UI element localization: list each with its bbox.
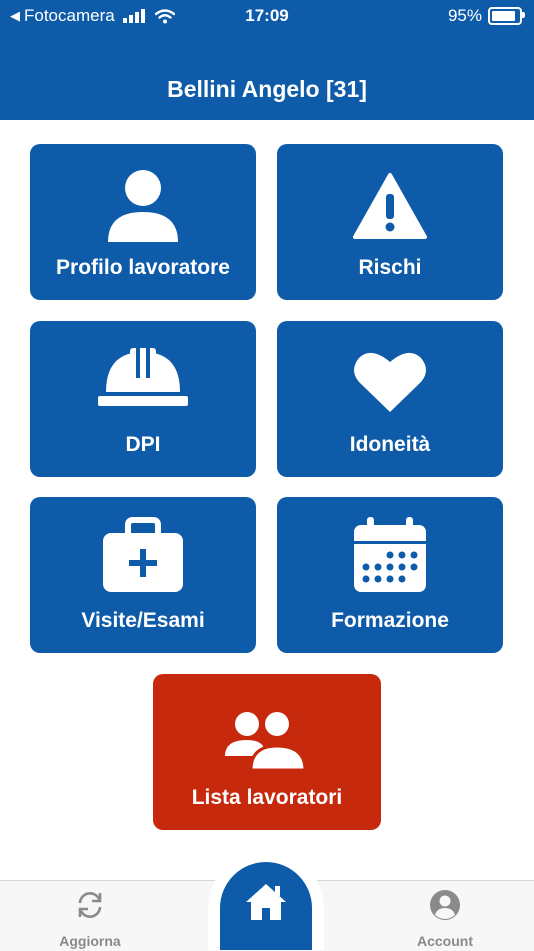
tile-formazione[interactable]: Formazione — [277, 497, 503, 653]
tab-account[interactable]: Account — [385, 881, 505, 951]
medical-kit-icon — [103, 517, 183, 592]
status-bar: ◀ Fotocamera 17:09 95% — [0, 0, 534, 32]
page-title: Bellini Angelo [31] — [167, 76, 367, 102]
tab-aggiorna[interactable]: Aggiorna — [30, 881, 150, 951]
users-icon — [225, 709, 307, 772]
app-header: ◀ Fotocamera 17:09 95% Bellini Angelo [3… — [0, 0, 534, 120]
tile-lista-lavoratori[interactable]: Lista lavoratori — [153, 674, 381, 830]
tile-label: Formazione — [331, 609, 449, 632]
tile-label: DPI — [125, 433, 161, 456]
tile-rischi[interactable]: Rischi — [277, 144, 503, 300]
account-icon — [430, 890, 460, 920]
tile-label: Rischi — [358, 256, 422, 279]
home-button[interactable] — [220, 862, 312, 950]
tile-label: Profilo lavoratore — [56, 256, 230, 279]
tab-label: Account — [417, 933, 473, 949]
hard-hat-icon — [98, 348, 188, 406]
tile-profilo-lavoratore[interactable]: Profilo lavoratore — [30, 144, 256, 300]
tile-label: Visite/Esami — [81, 609, 205, 632]
home-button-wrap — [208, 850, 324, 950]
tab-label: Aggiorna — [59, 933, 121, 949]
user-icon — [108, 170, 178, 242]
tile-label: Lista lavoratori — [191, 786, 343, 809]
refresh-icon — [78, 892, 102, 918]
tile-visite-esami[interactable]: Visite/Esami — [30, 497, 256, 653]
home-icon — [246, 884, 286, 920]
warning-icon — [353, 173, 427, 239]
heart-icon — [354, 352, 426, 412]
tile-idoneita[interactable]: Idoneità — [277, 321, 503, 477]
battery-icon — [488, 7, 525, 25]
battery-percent: 95% — [447, 6, 482, 25]
tile-label: Idoneità — [349, 433, 431, 456]
tile-dpi[interactable]: DPI — [30, 321, 256, 477]
calendar-icon — [354, 517, 426, 592]
